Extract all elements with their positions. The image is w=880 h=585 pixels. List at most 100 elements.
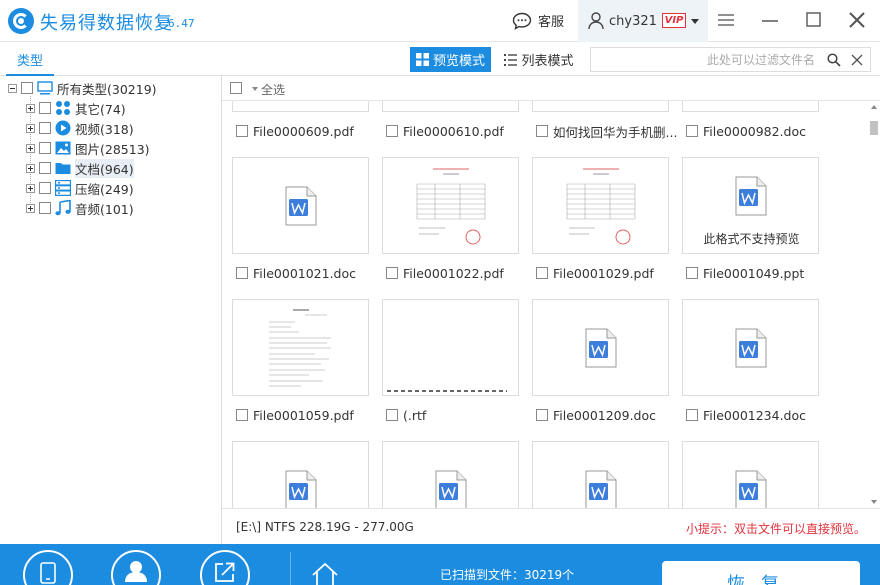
chat-icon (512, 12, 532, 30)
file-thumbnail[interactable] (532, 101, 669, 112)
search-icon[interactable] (827, 53, 841, 67)
scroll-down-icon[interactable] (871, 500, 877, 504)
expand-icon[interactable] (26, 103, 35, 113)
tree-item-audio[interactable]: 音频(101) (26, 198, 134, 218)
file-item[interactable]: (.rtf (386, 406, 426, 424)
close-button[interactable] (843, 8, 871, 34)
file-thumbnail[interactable] (232, 299, 369, 396)
expand-icon[interactable] (26, 123, 35, 133)
checkbox[interactable] (686, 409, 698, 421)
file-item[interactable]: File0000610.pdf (386, 122, 504, 140)
checkbox[interactable] (39, 202, 51, 214)
vertical-scrollbar[interactable] (868, 101, 880, 508)
checkbox[interactable] (39, 162, 51, 174)
account-button[interactable] (111, 550, 161, 585)
checkbox[interactable] (21, 82, 33, 94)
home-icon[interactable] (310, 562, 340, 585)
preview-mode-button[interactable]: 预览模式 (410, 47, 491, 72)
file-thumbnail[interactable] (382, 101, 519, 112)
checkbox[interactable] (386, 125, 398, 137)
drive-info: [E:\] NTFS 228.19G - 277.00G (236, 520, 414, 534)
checkbox[interactable] (536, 125, 548, 137)
tree-item-archive[interactable]: 压缩(249) (26, 178, 134, 198)
minimize-button[interactable] (756, 8, 784, 34)
expand-icon[interactable] (26, 203, 35, 213)
tree-item-image[interactable]: 图片(28513) (26, 138, 150, 158)
preview-mode-label: 预览模式 (432, 54, 485, 69)
file-item[interactable]: 如何找回华为手机删... (536, 122, 677, 140)
phone-recovery-button[interactable] (23, 550, 73, 585)
expand-icon[interactable] (26, 183, 35, 193)
file-thumbnail[interactable] (232, 441, 369, 508)
list-icon (504, 53, 518, 66)
tree-label: 所有类型(30219) (57, 81, 157, 97)
checkbox[interactable] (236, 125, 248, 137)
file-item[interactable]: File0001021.doc (236, 264, 356, 282)
select-all-checkbox[interactable] (230, 82, 242, 94)
checkbox[interactable] (386, 409, 398, 421)
video-icon (55, 120, 71, 136)
tree-item-all[interactable]: 所有类型(30219) (8, 78, 157, 98)
file-thumbnail[interactable] (532, 157, 669, 254)
checkbox[interactable] (39, 102, 51, 114)
checkbox[interactable] (39, 142, 51, 154)
clear-icon[interactable] (851, 54, 863, 66)
file-item[interactable]: File0001209.doc (536, 406, 656, 424)
checkbox[interactable] (236, 267, 248, 279)
collapse-icon[interactable] (8, 83, 17, 93)
vip-badge: VIP (662, 13, 686, 28)
expand-icon[interactable] (26, 143, 35, 153)
file-thumbnail[interactable] (232, 101, 369, 112)
checkbox[interactable] (536, 409, 548, 421)
user-name: chy321 (609, 14, 657, 29)
file-thumbnail[interactable] (232, 157, 369, 254)
recover-button[interactable]: 恢复 (662, 561, 860, 585)
search-input[interactable] (595, 50, 815, 69)
expand-icon[interactable] (26, 163, 35, 173)
file-thumbnail[interactable] (382, 299, 519, 396)
scroll-up-icon[interactable] (871, 105, 877, 109)
caret-down-icon[interactable] (252, 87, 258, 91)
checkbox[interactable] (39, 182, 51, 194)
tree-item-video[interactable]: 视频(318) (26, 118, 134, 138)
menu-button[interactable] (712, 8, 740, 34)
checkbox[interactable] (686, 125, 698, 137)
file-thumbnail[interactable] (532, 299, 669, 396)
tree-label: 图片(28513) (75, 141, 150, 157)
export-button[interactable] (200, 550, 250, 585)
file-item[interactable]: File0000609.pdf (236, 122, 354, 140)
file-item[interactable]: File0000982.doc (686, 122, 806, 140)
customer-service-button[interactable]: 客服 (512, 11, 564, 30)
close-icon (849, 12, 865, 28)
file-item[interactable]: File0001022.pdf (386, 264, 504, 282)
file-name: File0001021.doc (253, 265, 357, 281)
checkbox[interactable] (39, 122, 51, 134)
file-thumbnail[interactable] (682, 101, 819, 112)
maximize-button[interactable] (800, 8, 828, 34)
list-mode-button[interactable]: 列表模式 (503, 47, 575, 72)
chevron-down-icon (691, 19, 699, 24)
file-item[interactable]: File0001234.doc (686, 406, 806, 424)
word-document-icon (735, 470, 767, 508)
word-document-icon (285, 470, 317, 508)
file-item[interactable]: File0001049.ppt (686, 264, 804, 282)
file-thumbnail[interactable]: 此格式不支持预览 (682, 157, 819, 254)
file-thumbnail[interactable] (382, 157, 519, 254)
checkbox[interactable] (686, 267, 698, 279)
file-thumbnail[interactable] (382, 441, 519, 508)
tab-type[interactable]: 类型 (6, 50, 54, 76)
checkbox[interactable] (236, 409, 248, 421)
checkbox[interactable] (536, 267, 548, 279)
file-thumbnail[interactable] (682, 299, 819, 396)
pdf-page-preview (415, 162, 487, 252)
file-name: File0000609.pdf (253, 123, 354, 139)
tree-item-document[interactable]: 文档(964) (26, 158, 134, 178)
user-menu[interactable]: chy321 VIP (578, 0, 708, 42)
tree-item-other[interactable]: 其它(74) (26, 98, 126, 118)
file-thumbnail[interactable] (682, 441, 819, 508)
file-item[interactable]: File0001029.pdf (536, 264, 654, 282)
checkbox[interactable] (386, 267, 398, 279)
file-thumbnail[interactable] (532, 441, 669, 508)
file-item[interactable]: File0001059.pdf (236, 406, 354, 424)
scrollbar-thumb[interactable] (870, 121, 878, 135)
